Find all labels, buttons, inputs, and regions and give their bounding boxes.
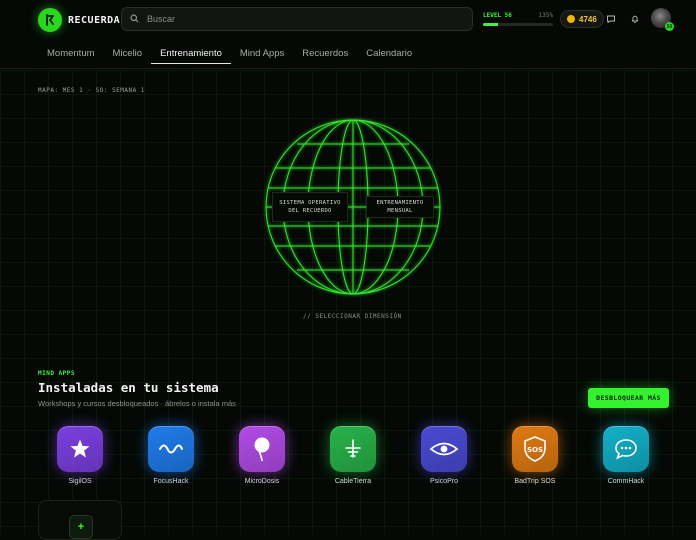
coin-icon (567, 15, 575, 23)
app-sigilos[interactable]: SigilOS (45, 426, 115, 485)
logo-icon (38, 8, 62, 32)
eye-icon (421, 426, 467, 472)
chat-icon (603, 426, 649, 472)
ground-icon (330, 426, 376, 472)
mind-apps-title: Instaladas en tu sistema (38, 380, 219, 395)
dimension-entrenamiento-mensual[interactable]: ENTRENAMIENTO MENSUAL (366, 196, 434, 218)
app-name: CommHack (607, 478, 645, 485)
add-app-button[interactable]: + (69, 515, 93, 539)
level-indicator: LEVEL 56 135% (483, 12, 553, 26)
wave-icon (148, 426, 194, 472)
app-commhack[interactable]: CommHack (591, 426, 661, 485)
star-icon (57, 426, 103, 472)
search-bar[interactable] (121, 7, 473, 31)
user-avatar[interactable]: 56 (651, 8, 674, 31)
app-name: FocusHack (153, 478, 189, 485)
tab-recuerdos[interactable]: Recuerdos (293, 44, 357, 64)
xp-text: 135% (538, 12, 553, 19)
search-input[interactable] (145, 13, 449, 25)
main-tabs: Momentum Micelio Entrenamiento Mind Apps… (38, 44, 421, 68)
dimension-sistema-operativo[interactable]: SISTEMA OPERATIVO DEL RECUERDO (272, 192, 348, 222)
select-dimension-hint: // SELECCIONAR DIMENSIÓN (303, 313, 402, 320)
app-name: RECUERDA (68, 14, 121, 26)
avatar-level-badge: 56 (665, 22, 674, 31)
app-name: MicroDosis (244, 478, 280, 485)
app-logo[interactable]: RECUERDA (38, 8, 120, 32)
map-label: MAPA: MES 1 · SO: SEMANA 1 (38, 87, 145, 94)
search-icon (130, 10, 139, 28)
tab-momentum[interactable]: Momentum (38, 44, 104, 64)
shield-sos-icon: SOS (512, 426, 558, 472)
app-name: SigilOS (68, 478, 92, 485)
tabs-divider (0, 68, 696, 69)
level-label: LEVEL 56 (483, 12, 512, 19)
drop-icon (239, 426, 285, 472)
app-microdosis[interactable]: MicroDosis (227, 426, 297, 485)
app-cabletierra[interactable]: CableTierra (318, 426, 388, 485)
tab-entrenamiento[interactable]: Entrenamiento (151, 44, 231, 64)
level-progress-fill (483, 23, 499, 26)
tab-micelio[interactable]: Micelio (104, 44, 152, 64)
svg-text:SOS: SOS (527, 446, 543, 454)
level-progress-bar (483, 23, 553, 26)
tab-mind-apps[interactable]: Mind Apps (231, 44, 293, 64)
bell-icon[interactable] (628, 12, 642, 26)
mind-apps-subtitle: Workshops y cursos desbloqueados · ábrel… (38, 399, 236, 408)
unlock-more-button[interactable]: DESBLOQUEAR MÁS (588, 388, 669, 408)
tab-calendario[interactable]: Calendario (357, 44, 421, 64)
dimension-globe[interactable]: SISTEMA OPERATIVO DEL RECUERDO ENTRENAMI… (262, 116, 444, 298)
install-app-card[interactable]: + (38, 500, 122, 540)
app-name: BadTrip SOS (514, 478, 556, 485)
app-focushack[interactable]: FocusHack (136, 426, 206, 485)
mind-apps-eyebrow: MIND APPS (38, 370, 76, 377)
app-name: CableTierra (334, 478, 372, 485)
messages-icon[interactable] (604, 12, 618, 26)
top-header: RECUERDA LEVEL 56 135% 4746 56 (0, 0, 696, 40)
coin-balance[interactable]: 4746 (560, 10, 604, 28)
app-name: PsicoPro (429, 478, 458, 485)
app-badtrip-sos[interactable]: SOS BadTrip SOS (500, 426, 570, 485)
app-psicopro[interactable]: PsicoPro (409, 426, 479, 485)
coin-value: 4746 (579, 14, 597, 24)
